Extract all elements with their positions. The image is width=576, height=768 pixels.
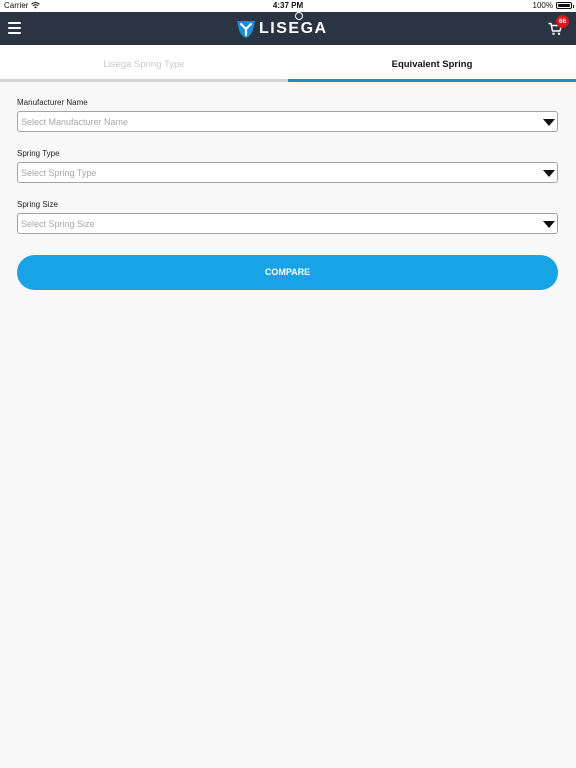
status-right: 100% bbox=[532, 1, 574, 10]
battery-fill bbox=[558, 4, 570, 7]
status-time: 4:37 PM bbox=[272, 1, 304, 10]
tab-equivalent-spring[interactable]: Equivalent Spring bbox=[288, 45, 576, 82]
dropdown-arrow-icon bbox=[543, 221, 555, 228]
dropdown-arrow-icon bbox=[543, 170, 555, 177]
tab-underline-inactive bbox=[0, 79, 288, 82]
tab-lisega-spring-type[interactable]: Lisega Spring Type bbox=[0, 45, 288, 82]
hamburger-menu-icon[interactable] bbox=[8, 22, 21, 34]
tab-underline-active bbox=[288, 79, 576, 82]
spring-size-placeholder: Select Spring Size bbox=[21, 219, 95, 229]
spring-type-select[interactable]: Select Spring Type bbox=[17, 162, 558, 183]
compare-button[interactable]: COMPARE bbox=[17, 255, 558, 290]
manufacturer-select[interactable]: Select Manufacturer Name bbox=[17, 111, 558, 132]
manufacturer-placeholder: Select Manufacturer Name bbox=[21, 117, 129, 127]
battery-percent: 100% bbox=[532, 1, 553, 10]
tab-bar: Lisega Spring Type Equivalent Spring bbox=[0, 45, 576, 82]
spring-size-label: Spring Size bbox=[17, 200, 58, 209]
dropdown-arrow-icon bbox=[543, 119, 555, 126]
spring-size-select[interactable]: Select Spring Size bbox=[17, 213, 558, 234]
spring-type-placeholder: Select Spring Type bbox=[21, 168, 97, 178]
cart-count-badge: 66 bbox=[556, 15, 569, 28]
lisega-logo: LISEGA bbox=[236, 12, 328, 42]
battery-icon bbox=[556, 2, 574, 9]
spring-type-label: Spring Type bbox=[17, 149, 60, 158]
logo-ring-icon bbox=[295, 12, 303, 20]
logo-text: LISEGA bbox=[259, 12, 328, 38]
manufacturer-label: Manufacturer Name bbox=[17, 98, 88, 107]
lisega-shield-icon bbox=[237, 21, 255, 38]
navbar: LISEGA 66 bbox=[0, 12, 576, 45]
status-bar: Carrier 4:37 PM 100% bbox=[0, 0, 576, 12]
